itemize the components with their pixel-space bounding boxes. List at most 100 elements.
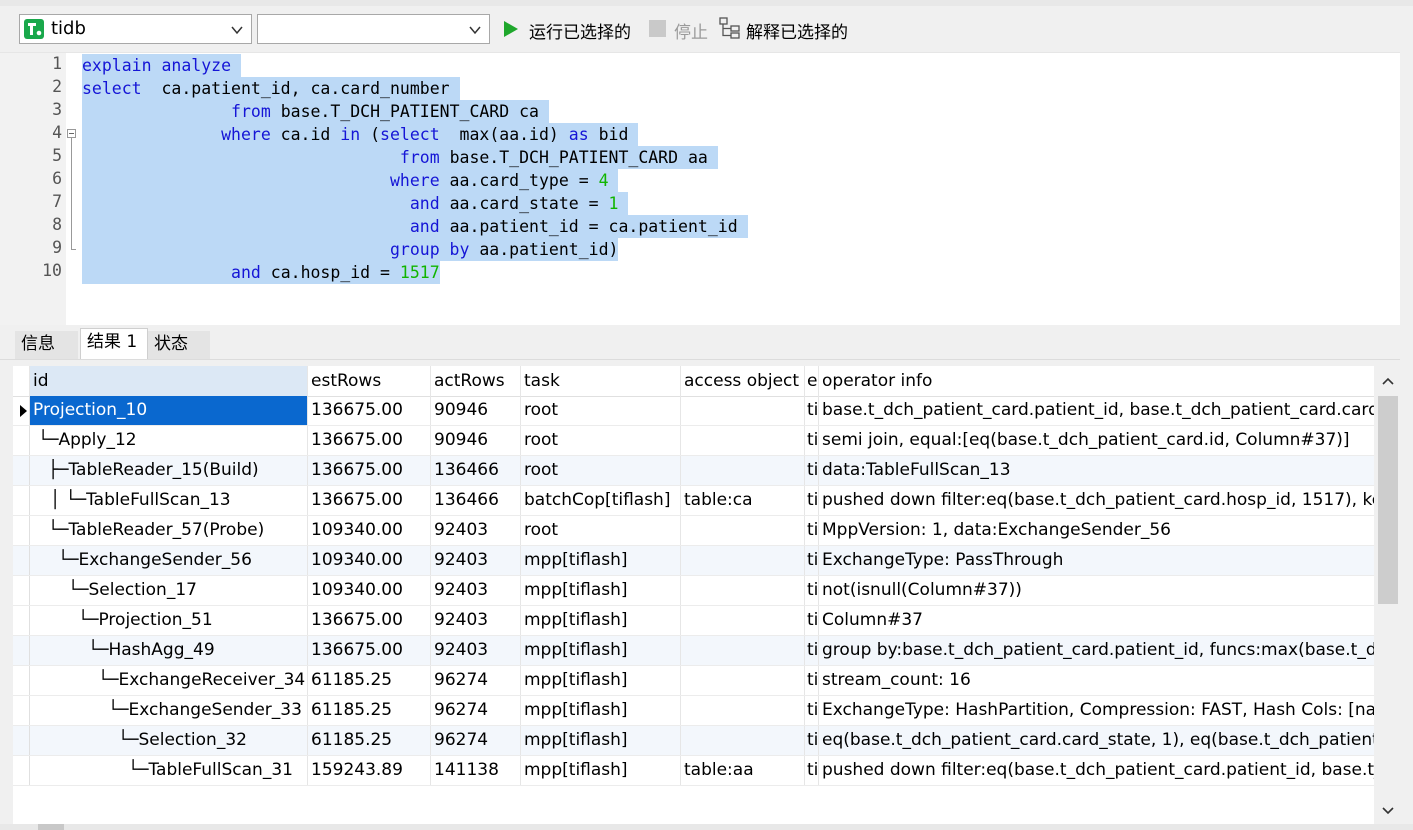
table-row[interactable]: └─TableFullScan_31 159243.89 141138 mpp[tif… <box>13 756 1374 786</box>
cell-e[interactable]: ti <box>805 756 819 785</box>
cell-id[interactable]: └─TableReader_57(Probe) <box>30 516 308 545</box>
scroll-up-icon[interactable] <box>1382 376 1394 388</box>
cell-e[interactable]: ti <box>805 726 819 755</box>
cell-id[interactable]: └─Selection_17 <box>30 576 308 605</box>
result-grid[interactable]: id estRows actRows task access object e … <box>13 366 1374 786</box>
cell-access-object[interactable] <box>681 396 805 425</box>
cell-id[interactable]: └─Projection_51 <box>30 606 308 635</box>
cell-access-object[interactable]: table:aa <box>681 756 805 785</box>
cell-task[interactable]: mpp[tiflash] <box>521 546 681 575</box>
cell-task[interactable]: mpp[tiflash] <box>521 636 681 665</box>
cell-e[interactable]: ti <box>805 546 819 575</box>
cell-operator-info[interactable]: semi join, equal:[eq(base.t_dch_patient_… <box>819 426 1374 455</box>
cell-id[interactable]: └─ExchangeSender_56 <box>30 546 308 575</box>
run-selected-button[interactable]: 运行已选择的 <box>501 15 641 43</box>
cell-access-object[interactable] <box>681 636 805 665</box>
table-row[interactable]: └─Apply_12 136675.00 90946 root ti semi join,… <box>13 426 1374 456</box>
chevron-down-icon[interactable] <box>468 22 482 36</box>
cell-id[interactable]: ├─TableReader_15(Build) <box>30 456 308 485</box>
cell-operator-info[interactable]: MppVersion: 1, data:ExchangeSender_56 <box>819 516 1374 545</box>
table-row[interactable]: │ └─TableFullScan_13 136675.00 136466 batch… <box>13 486 1374 516</box>
cell-id[interactable]: Projection_10 <box>30 396 308 425</box>
cell-act-rows[interactable]: 141138 <box>431 756 521 785</box>
cell-act-rows[interactable]: 136466 <box>431 456 521 485</box>
stop-button[interactable]: 停止 <box>648 15 712 43</box>
table-row[interactable]: └─ExchangeReceiver_34 61185.25 96274 mpp[ti… <box>13 666 1374 696</box>
cell-act-rows[interactable]: 92403 <box>431 546 521 575</box>
cell-id[interactable]: └─HashAgg_49 <box>30 636 308 665</box>
cell-id[interactable]: └─ExchangeReceiver_34 <box>30 666 308 695</box>
cell-est-rows[interactable]: 136675.00 <box>308 486 431 515</box>
cell-est-rows[interactable]: 136675.00 <box>308 456 431 485</box>
cell-operator-info[interactable]: eq(base.t_dch_patient_card.card_state, 1… <box>819 726 1374 755</box>
row-indicator[interactable] <box>13 726 30 755</box>
cell-operator-info[interactable]: data:TableFullScan_13 <box>819 456 1374 485</box>
cell-access-object[interactable] <box>681 576 805 605</box>
row-indicator[interactable] <box>13 576 30 605</box>
cell-task[interactable]: mpp[tiflash] <box>521 696 681 725</box>
cell-access-object[interactable] <box>681 456 805 485</box>
cell-access-object[interactable] <box>681 726 805 755</box>
row-indicator[interactable] <box>13 606 30 635</box>
cell-e[interactable]: ti <box>805 396 819 425</box>
cell-access-object[interactable] <box>681 546 805 575</box>
cell-access-object[interactable] <box>681 426 805 455</box>
column-header[interactable]: actRows <box>431 366 521 396</box>
cell-est-rows[interactable]: 61185.25 <box>308 666 431 695</box>
cell-task[interactable]: root <box>521 516 681 545</box>
row-indicator[interactable] <box>13 486 30 515</box>
cell-e[interactable]: ti <box>805 426 819 455</box>
cell-e[interactable]: ti <box>805 666 819 695</box>
tab-status[interactable]: 状态 <box>148 331 210 359</box>
cell-e[interactable]: ti <box>805 486 819 515</box>
cell-est-rows[interactable]: 61185.25 <box>308 726 431 755</box>
cell-id[interactable]: └─ExchangeSender_33 <box>30 696 308 725</box>
tab-result-1[interactable]: 结果 1 <box>80 328 148 359</box>
scrollbar-thumb[interactable] <box>1378 396 1398 604</box>
cell-act-rows[interactable]: 96274 <box>431 726 521 755</box>
vertical-scrollbar[interactable] <box>1376 366 1400 824</box>
row-indicator[interactable] <box>13 666 30 695</box>
cell-operator-info[interactable]: Column#37 <box>819 606 1374 635</box>
cell-task[interactable]: root <box>521 396 681 425</box>
cell-task[interactable]: mpp[tiflash] <box>521 666 681 695</box>
cell-e[interactable]: ti <box>805 576 819 605</box>
cell-act-rows[interactable]: 96274 <box>431 696 521 725</box>
cell-operator-info[interactable]: group by:base.t_dch_patient_card.patient… <box>819 636 1374 665</box>
column-header[interactable]: task <box>521 366 681 396</box>
cell-access-object[interactable] <box>681 696 805 725</box>
cell-est-rows[interactable]: 61185.25 <box>308 696 431 725</box>
cell-access-object[interactable] <box>681 516 805 545</box>
cell-task[interactable]: mpp[tiflash] <box>521 756 681 785</box>
cell-id[interactable]: └─Selection_32 <box>30 726 308 755</box>
row-indicator[interactable] <box>13 456 30 485</box>
cell-operator-info[interactable]: pushed down filter:eq(base.t_dch_patient… <box>819 756 1374 785</box>
cell-act-rows[interactable]: 92403 <box>431 576 521 605</box>
cell-est-rows[interactable]: 136675.00 <box>308 636 431 665</box>
cell-access-object[interactable]: table:ca <box>681 486 805 515</box>
column-header[interactable]: access object <box>681 366 805 396</box>
cell-est-rows[interactable]: 109340.00 <box>308 576 431 605</box>
cell-task[interactable]: mpp[tiflash] <box>521 576 681 605</box>
row-indicator[interactable] <box>13 426 30 455</box>
cell-task[interactable]: mpp[tiflash] <box>521 726 681 755</box>
table-row[interactable]: └─HashAgg_49 136675.00 92403 mpp[tiflash] ti… <box>13 636 1374 666</box>
table-row[interactable]: └─TableReader_57(Probe) 109340.00 92403 roo… <box>13 516 1374 546</box>
cell-e[interactable]: ti <box>805 636 819 665</box>
cell-operator-info[interactable]: base.t_dch_patient_card.patient_id, base… <box>819 396 1374 425</box>
cell-operator-info[interactable]: ExchangeType: HashPartition, Compression… <box>819 696 1374 725</box>
connection-select[interactable]: tidb <box>19 14 252 44</box>
column-header[interactable]: estRows <box>308 366 431 396</box>
cell-id[interactable]: └─Apply_12 <box>30 426 308 455</box>
cell-act-rows[interactable]: 90946 <box>431 396 521 425</box>
table-row[interactable]: ├─TableReader_15(Build) 136675.00 136466 ro… <box>13 456 1374 486</box>
cell-access-object[interactable] <box>681 606 805 635</box>
database-select[interactable] <box>257 14 490 44</box>
cell-task[interactable]: batchCop[tiflash] <box>521 486 681 515</box>
table-row[interactable]: └─Selection_17 109340.00 92403 mpp[tiflash]… <box>13 576 1374 606</box>
cell-operator-info[interactable]: stream_count: 16 <box>819 666 1374 695</box>
fold-toggle[interactable] <box>67 129 76 138</box>
sql-editor[interactable]: 1 2 3 4 5 6 7 8 9 10 explain analyze sel… <box>0 52 1400 325</box>
cell-access-object[interactable] <box>681 666 805 695</box>
scroll-down-icon[interactable] <box>1382 804 1394 816</box>
